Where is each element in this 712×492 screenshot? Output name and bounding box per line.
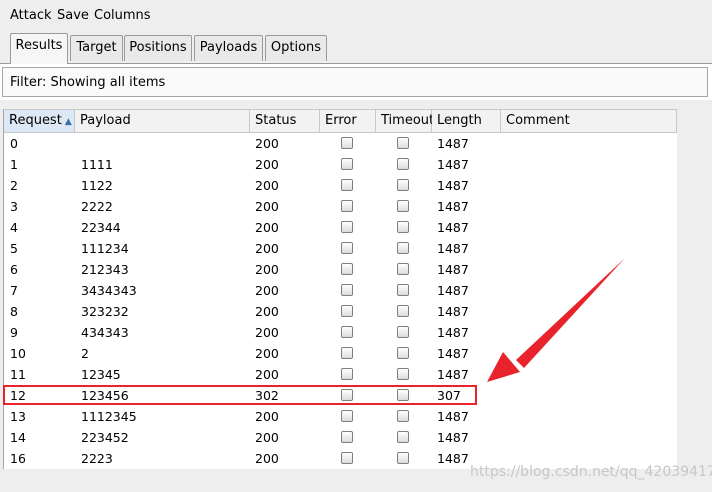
watermark: https://blog.csdn.net/qq_42039417 xyxy=(470,464,712,480)
annotation-arrow-icon xyxy=(487,258,625,382)
